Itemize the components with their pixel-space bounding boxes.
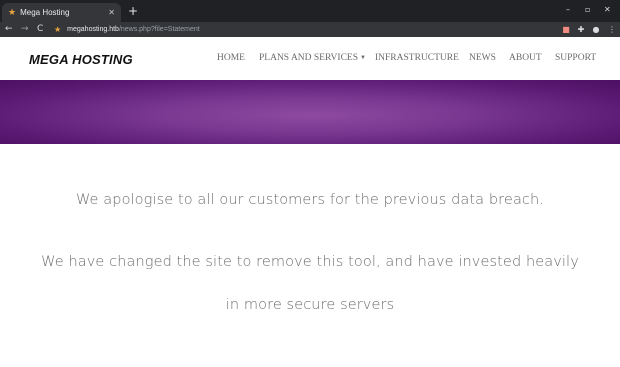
maximize-icon[interactable]: ▫ <box>585 5 590 15</box>
star-icon: ★ <box>8 7 17 18</box>
kebab-menu-icon[interactable]: ⋮ <box>607 24 617 35</box>
url-field[interactable]: ★ megahosting.htb/news.php?file=Statemen… <box>52 23 557 36</box>
nav-plans-and-services[interactable]: PLANS AND SERVICES ▼ <box>259 53 366 63</box>
url-host: megahosting.htb <box>67 26 119 33</box>
statement-line-2: We have changed the site to remove this … <box>41 254 579 270</box>
puzzle-icon[interactable]: ✚ <box>576 24 586 35</box>
nav-about[interactable]: ABOUT <box>509 53 542 63</box>
browser-tab-bar: ★ Mega Hosting ✕ + – ▫ ✕ <box>0 0 620 22</box>
tab-title: Mega Hosting <box>20 8 70 17</box>
caret-down-icon: ▼ <box>360 55 366 61</box>
arrow-left-icon[interactable]: ← <box>5 23 13 36</box>
address-bar-row: ← → C ★ megahosting.htb/news.php?file=St… <box>0 22 620 37</box>
site-header: MEGA HOSTING HOME PLANS AND SERVICES ▼ IN… <box>0 37 620 80</box>
profile-icon[interactable]: ● <box>591 24 601 35</box>
nav-support[interactable]: SUPPORT <box>555 53 596 63</box>
nav-infrastructure[interactable]: INFRASTRUCTURE <box>375 53 459 63</box>
news-content: We apologise to all our customers for th… <box>0 144 620 367</box>
extension-icon[interactable]: ■ <box>561 24 571 35</box>
window-close-icon[interactable]: ✕ <box>604 5 611 15</box>
new-tab-button[interactable]: + <box>128 4 138 18</box>
nav-news[interactable]: NEWS <box>469 53 496 63</box>
url-path: /news.php?file=Statement <box>118 26 200 33</box>
close-icon[interactable]: ✕ <box>108 8 115 17</box>
statement-line-1: We apologise to all our customers for th… <box>75 192 545 208</box>
main-nav: HOME PLANS AND SERVICES ▼ INFRASTRUCTURE … <box>0 53 620 65</box>
browser-tab[interactable]: ★ Mega Hosting ✕ <box>2 3 121 22</box>
star-icon[interactable]: ★ <box>54 25 61 34</box>
hero-banner <box>0 80 620 144</box>
nav-plans-label: PLANS AND SERVICES <box>259 53 359 63</box>
reload-icon[interactable]: C <box>37 23 43 36</box>
arrow-right-icon[interactable]: → <box>21 23 29 36</box>
minimize-icon[interactable]: – <box>566 5 570 15</box>
nav-home[interactable]: HOME <box>217 53 245 63</box>
statement-line-3: in more secure servers <box>225 297 395 313</box>
